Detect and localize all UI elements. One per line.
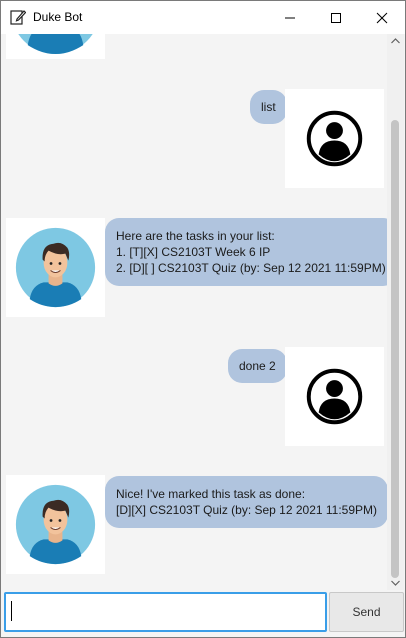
chevron-up-icon	[391, 38, 400, 44]
user-avatar	[285, 347, 384, 446]
title-bar[interactable]: Duke Bot	[1, 1, 405, 34]
user-message-bubble: done 2	[228, 349, 287, 383]
user-profile-icon	[306, 368, 363, 425]
duke-avatar	[6, 34, 105, 59]
input-area: Send	[2, 590, 405, 637]
maximize-button[interactable]	[313, 1, 359, 34]
user-message-text: done 2	[239, 359, 276, 373]
duke-face-icon	[15, 227, 96, 308]
minimize-button[interactable]	[267, 1, 313, 34]
duke-message-bubble: Nice! I've marked this task as done: [D]…	[105, 476, 387, 528]
duke-message-bubble: Here are the tasks in your list: 1. [T][…	[105, 218, 387, 286]
user-avatar	[285, 89, 384, 188]
duke-face-icon	[18, 34, 93, 55]
dialog-container[interactable]: list Here are the tasks in your list: 1.…	[2, 34, 387, 590]
duke-message-line: 2. [D][ ] CS2103T Quiz (by: Sep 12 2021 …	[116, 261, 386, 275]
close-icon	[376, 12, 388, 23]
send-button[interactable]: Send	[329, 592, 404, 632]
window-title: Duke Bot	[33, 10, 83, 24]
message-input[interactable]	[4, 592, 327, 632]
chevron-down-icon	[391, 580, 400, 586]
user-message-bubble: list	[250, 90, 287, 124]
duke-face-icon	[15, 484, 96, 565]
minimize-icon	[285, 17, 295, 18]
scrollbar-thumb[interactable]	[391, 120, 399, 578]
app-edit-icon	[10, 9, 27, 25]
scroll-down-button[interactable]	[387, 576, 404, 590]
duke-message-line: Here are the tasks in your list:	[116, 229, 275, 243]
maximize-icon	[331, 12, 341, 23]
close-button[interactable]	[359, 1, 405, 34]
user-profile-icon	[306, 110, 363, 167]
duke-avatar	[6, 475, 105, 574]
app-window: Duke Bot list Here are the tasks in your…	[0, 0, 406, 638]
duke-message-line: 1. [T][X] CS2103T Week 6 IP	[116, 245, 271, 259]
duke-avatar	[6, 218, 105, 317]
text-caret	[11, 601, 12, 621]
duke-message-line: [D][X] CS2103T Quiz (by: Sep 12 2021 11:…	[116, 503, 378, 517]
user-message-text: list	[261, 100, 276, 114]
duke-message-line: Nice! I've marked this task as done:	[116, 487, 306, 501]
vertical-scrollbar[interactable]	[387, 34, 404, 590]
scroll-up-button[interactable]	[387, 34, 404, 48]
